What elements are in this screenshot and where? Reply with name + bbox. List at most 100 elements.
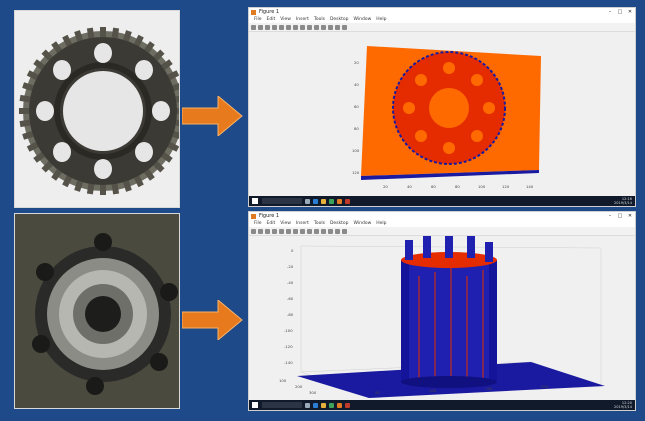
data-cursor-icon[interactable] bbox=[314, 228, 319, 234]
y-tick-label: 40 bbox=[354, 82, 359, 87]
menu-file[interactable]: File bbox=[254, 17, 262, 22]
x-tick-label: 50 bbox=[375, 390, 380, 395]
app-icon[interactable] bbox=[345, 198, 350, 204]
explorer-icon[interactable] bbox=[321, 198, 326, 204]
menu-help[interactable]: Help bbox=[376, 221, 386, 226]
arrow-right-icon bbox=[182, 300, 243, 340]
colorbar-icon[interactable] bbox=[335, 24, 340, 30]
menu-help[interactable]: Help bbox=[376, 17, 386, 22]
maximize-button[interactable]: □ bbox=[615, 213, 625, 219]
sprocket-tooth bbox=[100, 27, 106, 37]
menu-view[interactable]: View bbox=[280, 221, 291, 226]
plot-area[interactable]: 0 -20 -40 -60 -80 -100 -120 -140 50 100 … bbox=[249, 234, 635, 400]
menu-view[interactable]: View bbox=[280, 17, 291, 22]
close-button[interactable]: ✕ bbox=[625, 9, 635, 15]
minimize-button[interactable]: – bbox=[605, 213, 615, 219]
legend-icon[interactable] bbox=[342, 24, 347, 30]
x-tick-label: 60 bbox=[431, 184, 436, 189]
clock-date: 2019/3/14 bbox=[614, 201, 632, 205]
print-icon[interactable] bbox=[272, 24, 277, 30]
open-icon[interactable] bbox=[258, 228, 263, 234]
zoom-in-icon[interactable] bbox=[286, 228, 291, 234]
app-icon[interactable] bbox=[345, 402, 350, 408]
menu-insert[interactable]: Insert bbox=[296, 17, 309, 22]
pointer-icon[interactable] bbox=[279, 24, 284, 30]
x-tick-label: 120 bbox=[502, 184, 510, 189]
window-title: Figure 1 bbox=[259, 9, 280, 15]
data-cursor-icon[interactable] bbox=[314, 24, 319, 30]
x-tick-label: 140 bbox=[526, 184, 534, 189]
new-icon[interactable] bbox=[251, 24, 256, 30]
z-tick-label: -120 bbox=[284, 344, 293, 349]
menu-window[interactable]: Window bbox=[354, 221, 372, 226]
x-tick-label: 80 bbox=[455, 184, 460, 189]
toolbar bbox=[249, 227, 635, 236]
photo-sprocket bbox=[14, 10, 180, 208]
close-button[interactable]: ✕ bbox=[625, 213, 635, 219]
taskbar-search[interactable] bbox=[262, 402, 302, 408]
edge-icon[interactable] bbox=[313, 198, 318, 204]
save-icon[interactable] bbox=[265, 228, 270, 234]
task-view-icon[interactable] bbox=[305, 198, 310, 204]
sprocket-tooth bbox=[19, 108, 29, 114]
task-view-icon[interactable] bbox=[305, 402, 310, 408]
explorer-icon[interactable] bbox=[321, 402, 326, 408]
menu-bar: File Edit View Insert Tools Desktop Wind… bbox=[249, 16, 635, 23]
menu-desktop[interactable]: Desktop bbox=[330, 17, 349, 22]
link-icon[interactable] bbox=[328, 24, 333, 30]
chrome-icon[interactable] bbox=[329, 198, 334, 204]
minimize-button[interactable]: – bbox=[605, 9, 615, 15]
x-tick-label: 150 bbox=[485, 386, 493, 391]
maximize-button[interactable]: □ bbox=[615, 9, 625, 15]
pan-icon[interactable] bbox=[300, 228, 305, 234]
system-clock[interactable]: 12:16 2019/3/14 bbox=[614, 197, 632, 205]
menu-edit[interactable]: Edit bbox=[267, 221, 276, 226]
zoom-out-icon[interactable] bbox=[293, 228, 298, 234]
menu-tools[interactable]: Tools bbox=[314, 221, 325, 226]
zoom-in-icon[interactable] bbox=[286, 24, 291, 30]
x-tick-label: 200 bbox=[541, 384, 549, 389]
brush-icon[interactable] bbox=[321, 24, 326, 30]
matlab-icon[interactable] bbox=[337, 198, 342, 204]
z-tick-label: -140 bbox=[284, 360, 293, 365]
start-icon[interactable] bbox=[252, 198, 258, 204]
open-icon[interactable] bbox=[258, 24, 263, 30]
link-icon[interactable] bbox=[328, 228, 333, 234]
brush-icon[interactable] bbox=[321, 228, 326, 234]
plot-area[interactable]: 20 40 60 80 100 120 20 40 60 80 100 120 … bbox=[249, 32, 635, 196]
system-clock[interactable]: 12:20 2019/3/14 bbox=[614, 401, 632, 409]
z-tick-label: -60 bbox=[287, 296, 294, 301]
menu-desktop[interactable]: Desktop bbox=[330, 221, 349, 226]
taskbar: 12:20 2019/3/14 bbox=[249, 400, 635, 410]
x-tick-label: 100 bbox=[478, 184, 486, 189]
menu-file[interactable]: File bbox=[254, 221, 262, 226]
rotate-icon[interactable] bbox=[307, 24, 312, 30]
legend-icon[interactable] bbox=[342, 228, 347, 234]
title-bar: Figure 1 – □ ✕ bbox=[249, 8, 635, 16]
surface-plot-3d: 0 -20 -40 -60 -80 -100 -120 -140 50 100 … bbox=[279, 234, 605, 398]
colorbar-icon[interactable] bbox=[335, 228, 340, 234]
zoom-out-icon[interactable] bbox=[293, 24, 298, 30]
x-tick-label: 100 bbox=[429, 388, 437, 393]
z-tick-label: -40 bbox=[287, 280, 294, 285]
taskbar-search[interactable] bbox=[262, 198, 302, 204]
save-icon[interactable] bbox=[265, 24, 270, 30]
print-icon[interactable] bbox=[272, 228, 277, 234]
matlab-icon[interactable] bbox=[337, 402, 342, 408]
y-axis-ticks: 20 40 60 80 100 120 bbox=[352, 60, 360, 175]
chrome-icon[interactable] bbox=[329, 402, 334, 408]
menu-bar: File Edit View Insert Tools Desktop Wind… bbox=[249, 220, 635, 227]
pan-icon[interactable] bbox=[300, 24, 305, 30]
start-icon[interactable] bbox=[252, 402, 258, 408]
window-title: Figure 1 bbox=[259, 213, 280, 219]
pointer-icon[interactable] bbox=[279, 228, 284, 234]
new-icon[interactable] bbox=[251, 228, 256, 234]
rotate-icon[interactable] bbox=[307, 228, 312, 234]
menu-window[interactable]: Window bbox=[354, 17, 372, 22]
menu-tools[interactable]: Tools bbox=[314, 17, 325, 22]
surface-plot-top: 20 40 60 80 100 120 20 40 60 80 100 120 … bbox=[352, 46, 541, 189]
edge-icon[interactable] bbox=[313, 402, 318, 408]
menu-insert[interactable]: Insert bbox=[296, 221, 309, 226]
photo-wheel-hub bbox=[14, 213, 180, 409]
menu-edit[interactable]: Edit bbox=[267, 17, 276, 22]
